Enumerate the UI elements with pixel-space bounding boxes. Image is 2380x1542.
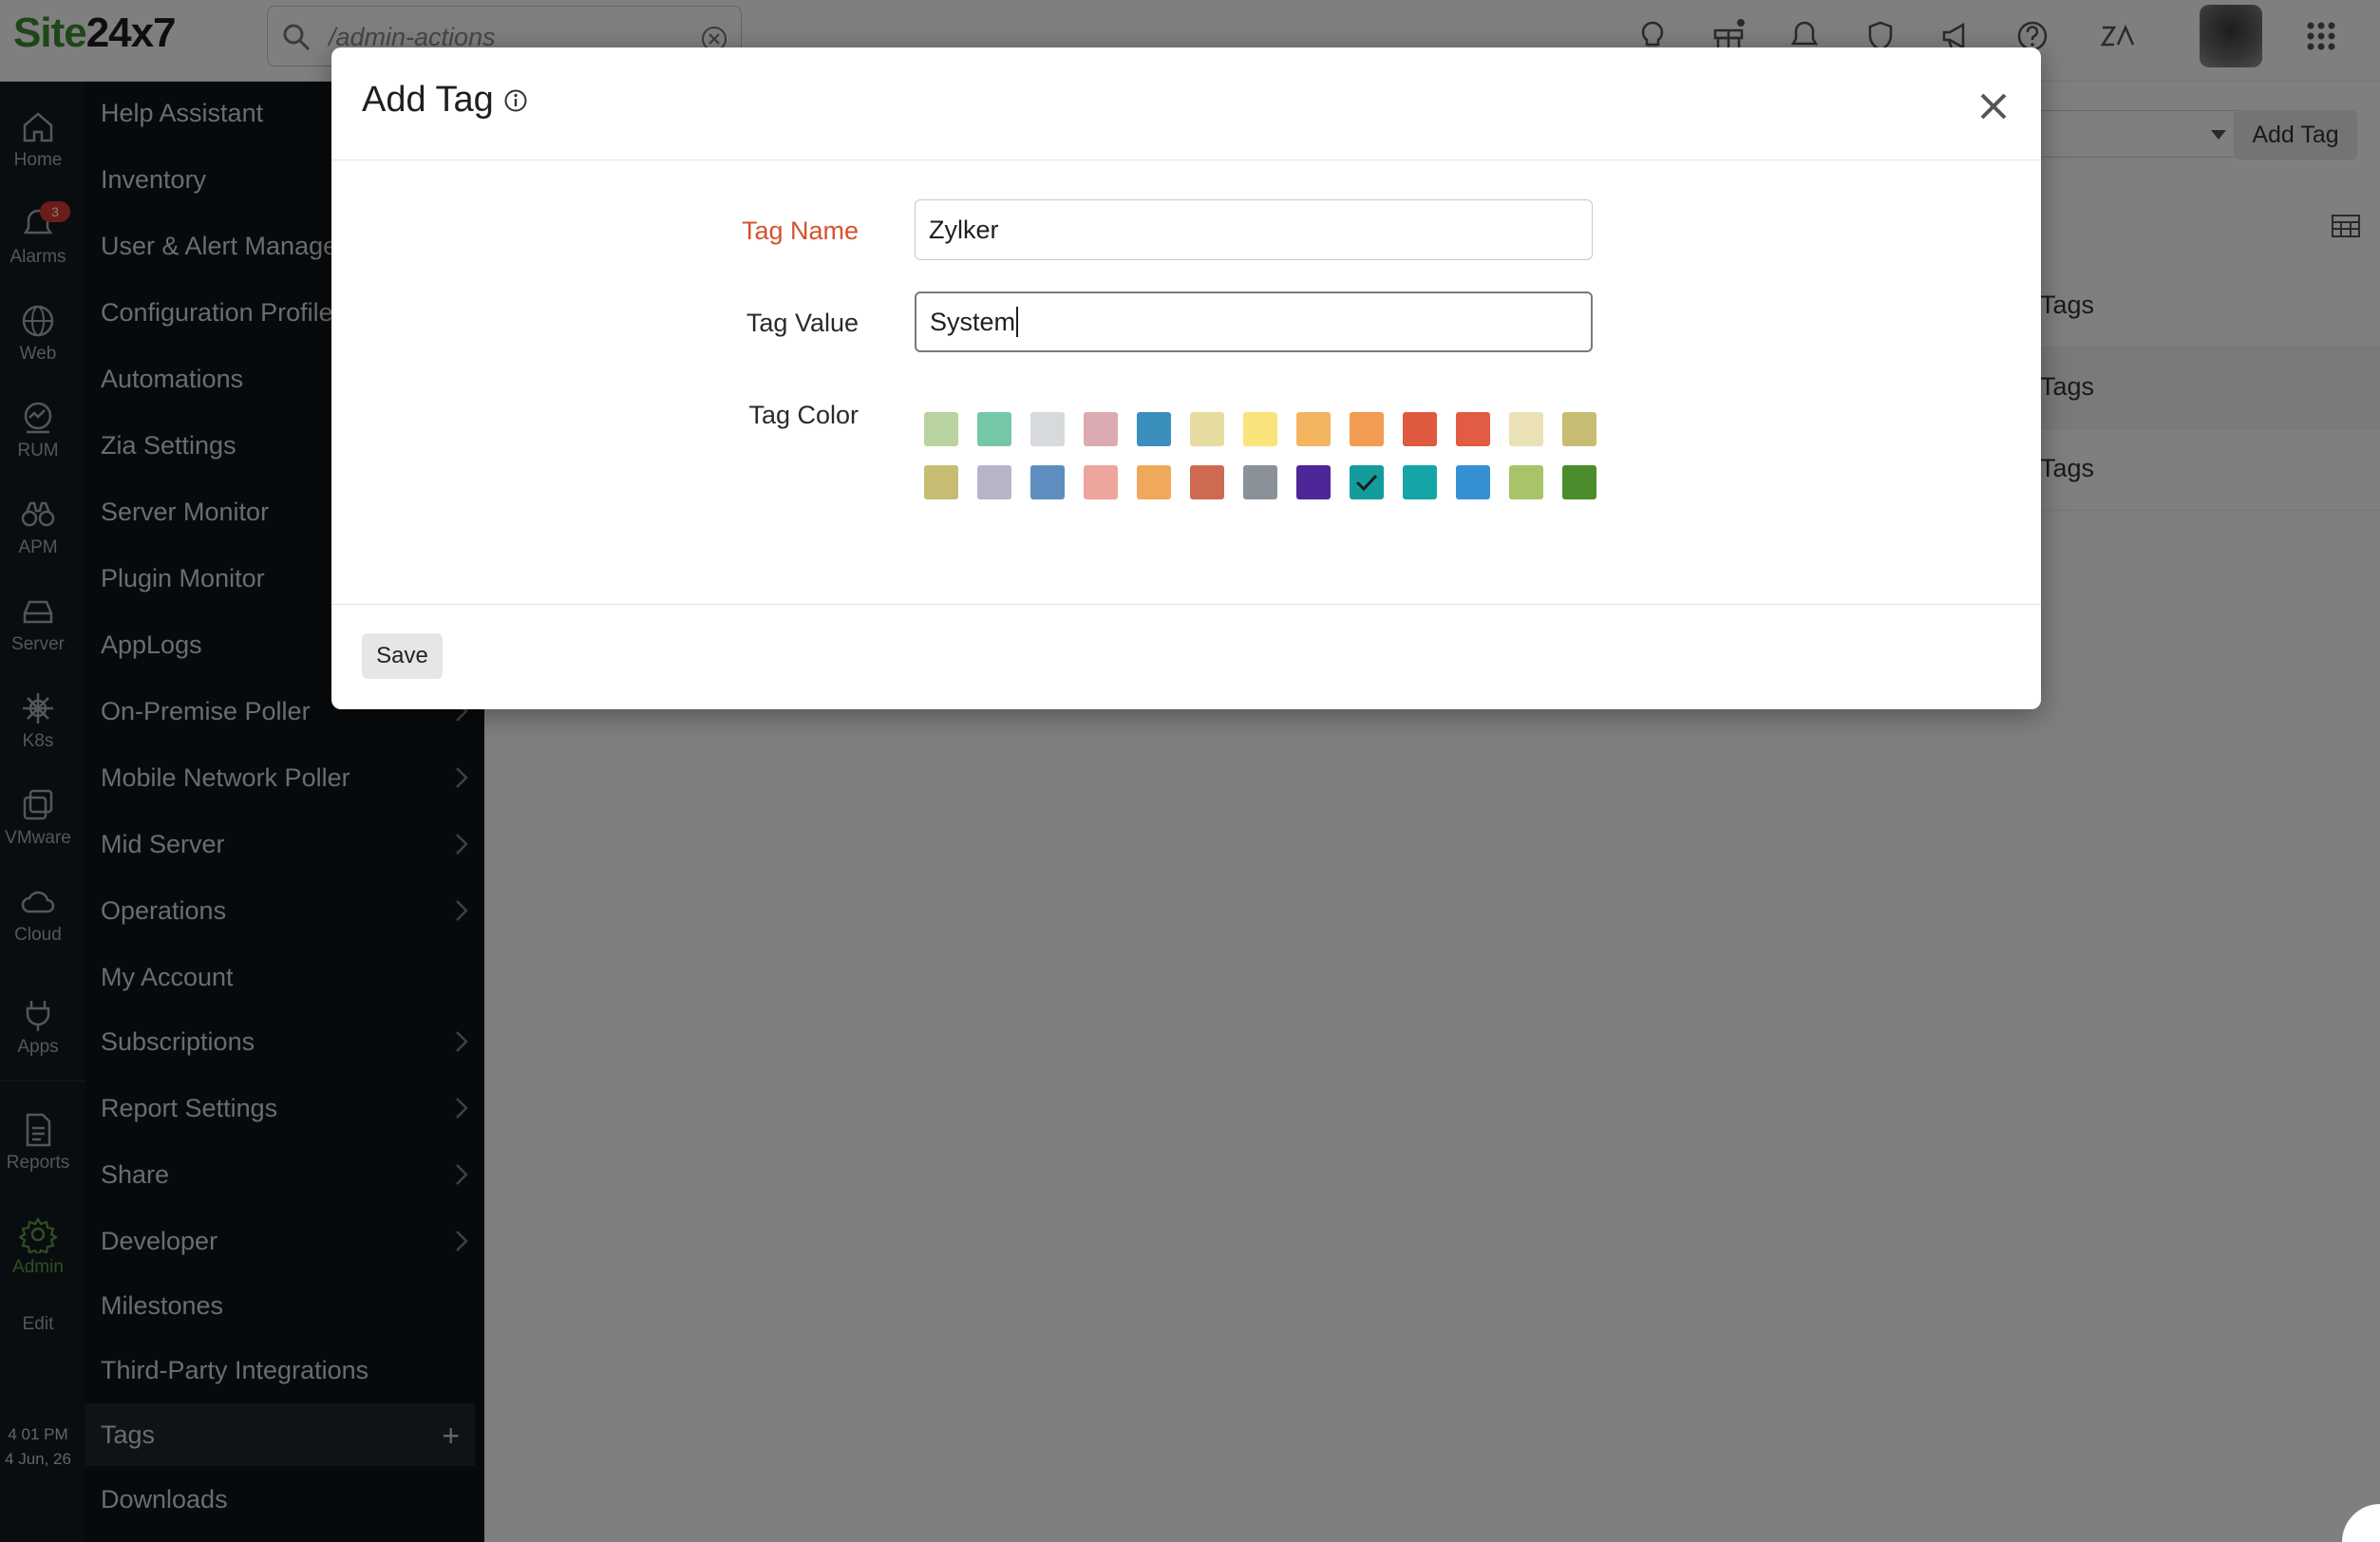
close-icon[interactable] xyxy=(1974,87,2012,125)
color-swatch[interactable] xyxy=(1190,412,1224,446)
dialog-title-text: Add Tag xyxy=(362,80,494,120)
save-button[interactable]: Save xyxy=(362,633,443,679)
color-swatch[interactable] xyxy=(1403,465,1437,499)
color-swatch[interactable] xyxy=(1137,412,1171,446)
tag-color-palette xyxy=(924,412,1608,518)
text-cursor xyxy=(1016,307,1019,337)
tag-value-label: Tag Value xyxy=(746,309,859,337)
color-row xyxy=(924,465,1608,499)
color-swatch[interactable] xyxy=(977,465,1011,499)
color-swatch[interactable] xyxy=(1084,465,1118,499)
color-swatch[interactable] xyxy=(1190,465,1224,499)
color-swatch[interactable] xyxy=(1562,412,1596,446)
color-swatch-selected[interactable] xyxy=(1350,465,1384,499)
color-swatch[interactable] xyxy=(1243,465,1277,499)
color-swatch[interactable] xyxy=(977,412,1011,446)
color-swatch[interactable] xyxy=(1030,412,1065,446)
color-swatch[interactable] xyxy=(1137,465,1171,499)
color-swatch[interactable] xyxy=(1562,465,1596,499)
tag-name-value: Zylker xyxy=(929,215,999,244)
tag-value-field[interactable]: System xyxy=(915,291,1593,352)
dialog-footer-divider xyxy=(331,604,2041,605)
color-swatch[interactable] xyxy=(1030,465,1065,499)
color-swatch[interactable] xyxy=(1350,412,1384,446)
tag-name-field[interactable]: Zylker xyxy=(915,199,1593,260)
add-tag-dialog: Add Tag Tag Name Zylker Tag Value System… xyxy=(331,47,2041,709)
tag-color-label: Tag Color xyxy=(748,401,859,429)
color-swatch[interactable] xyxy=(1243,412,1277,446)
color-swatch[interactable] xyxy=(1509,465,1543,499)
dialog-title: Add Tag xyxy=(362,80,528,121)
color-swatch[interactable] xyxy=(924,465,958,499)
checkmark-icon xyxy=(1355,474,1378,492)
color-swatch[interactable] xyxy=(1509,412,1543,446)
color-swatch[interactable] xyxy=(1296,412,1331,446)
color-swatch[interactable] xyxy=(1403,412,1437,446)
tag-name-label: Tag Name xyxy=(741,216,859,245)
tag-value-value: System xyxy=(930,307,1016,336)
color-swatch[interactable] xyxy=(924,412,958,446)
color-swatch[interactable] xyxy=(1456,412,1490,446)
color-swatch[interactable] xyxy=(1296,465,1331,499)
info-icon[interactable] xyxy=(503,88,528,113)
color-swatch[interactable] xyxy=(1084,412,1118,446)
color-swatch[interactable] xyxy=(1456,465,1490,499)
color-row xyxy=(924,412,1608,446)
